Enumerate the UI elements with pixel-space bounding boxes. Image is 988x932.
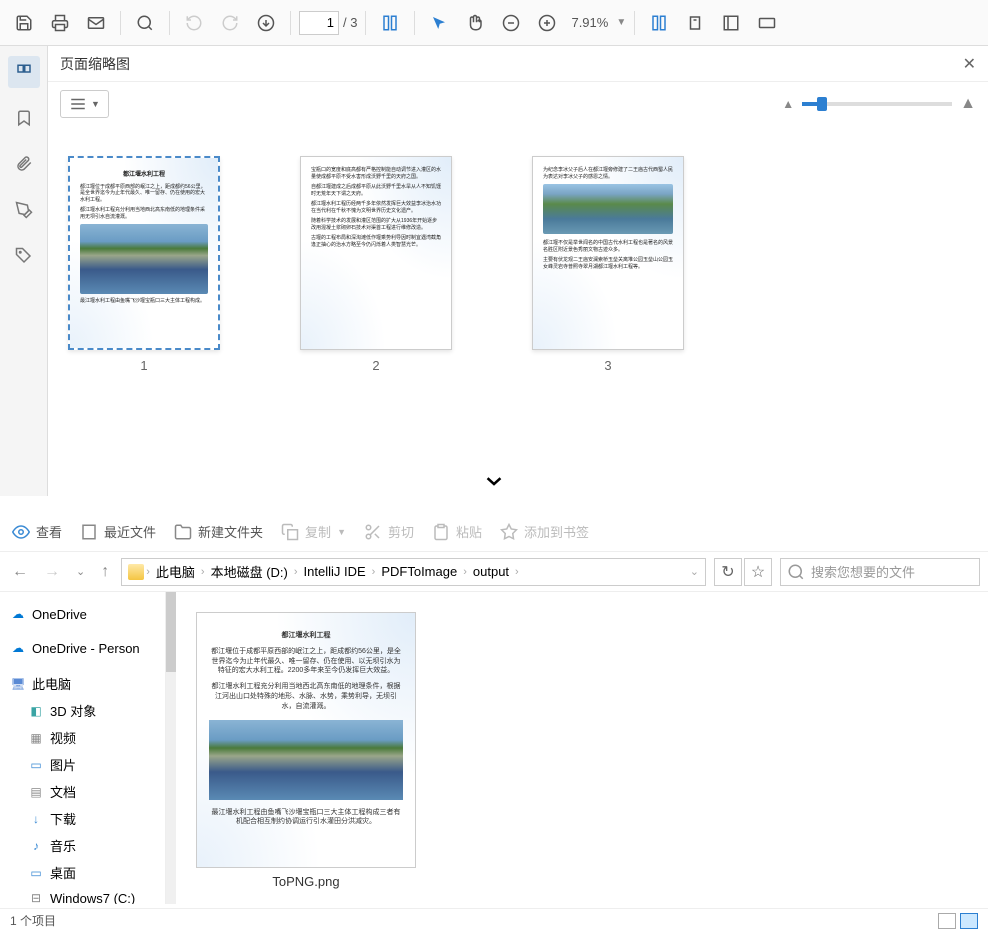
new-folder-button[interactable]: 新建文件夹: [174, 522, 263, 541]
tag-tab[interactable]: [8, 240, 40, 272]
thumbnail-2[interactable]: 宝瓶口的宽度和底高都有严格控制能自动调节进入灌区的水量使成都平原不受水害形成沃野…: [300, 156, 452, 466]
thumb-number: 2: [372, 358, 379, 373]
file-item[interactable]: 都江堰水利工程 都江堰位于成都平原西部的岷江之上，距成都约56公里，是全世界迄今…: [196, 612, 416, 889]
zoom-small-icon: ▲: [782, 97, 794, 111]
icons-view-button[interactable]: [960, 913, 978, 929]
breadcrumb[interactable]: 本地磁盘 (D:): [207, 562, 292, 581]
file-name: ToPNG.png: [196, 874, 416, 889]
tree-3d-objects[interactable]: ◧3D 对象: [0, 697, 165, 724]
save-button[interactable]: [8, 7, 40, 39]
tree-desktop[interactable]: ▭桌面: [0, 859, 165, 886]
search-button[interactable]: [129, 7, 161, 39]
address-bar[interactable]: › 此电脑› 本地磁盘 (D:)› IntelliJ IDE› PDFToIma…: [121, 558, 706, 586]
recent-dropdown[interactable]: ⌄: [72, 561, 89, 582]
bookmark-tab[interactable]: [8, 102, 40, 134]
pdf-sidebar: [0, 46, 48, 496]
thumbnails-tab[interactable]: [8, 56, 40, 88]
tree-videos[interactable]: ▦视频: [0, 724, 165, 751]
up-button[interactable]: ↑: [97, 559, 113, 585]
thumb-number: 3: [604, 358, 611, 373]
fit-width-button[interactable]: [374, 7, 406, 39]
print-button[interactable]: [44, 7, 76, 39]
tree-documents[interactable]: ▤文档: [0, 778, 165, 805]
attachment-tab[interactable]: [8, 148, 40, 180]
forward-button[interactable]: →: [40, 559, 64, 585]
tree-downloads[interactable]: ↓下载: [0, 805, 165, 832]
panel-title: 页面缩略图: [60, 54, 130, 74]
cut-button[interactable]: 剪切: [364, 522, 414, 541]
paste-button[interactable]: 粘贴: [432, 522, 482, 541]
breadcrumb[interactable]: output: [469, 564, 513, 579]
tree-music[interactable]: ♪音乐: [0, 832, 165, 859]
page-total: / 3: [343, 15, 357, 30]
details-view-button[interactable]: [938, 913, 956, 929]
thumbnail-1[interactable]: 都江堰水利工程 都江堰位于成都平原西部的岷江之上，距成都约56公里，是全世界迄今…: [68, 156, 220, 466]
item-count: 1 个项目: [10, 912, 56, 929]
close-panel-button[interactable]: ✕: [963, 54, 976, 74]
email-button[interactable]: [80, 7, 112, 39]
status-bar: 1 个项目: [0, 908, 988, 932]
fullscreen-button[interactable]: [715, 7, 747, 39]
rotate-button[interactable]: [679, 7, 711, 39]
thumb-number: 1: [140, 358, 147, 373]
search-input[interactable]: 搜索您想要的文件: [780, 558, 980, 586]
breadcrumb[interactable]: PDFToImage: [377, 564, 461, 579]
redo-button[interactable]: [214, 7, 246, 39]
tree-onedrive[interactable]: ☁OneDrive: [0, 602, 165, 626]
chevron-down-icon: [485, 456, 503, 501]
tree-onedrive-personal[interactable]: ☁OneDrive - Person: [0, 636, 165, 660]
keyboard-button[interactable]: [751, 7, 783, 39]
folder-icon: [128, 564, 144, 580]
hand-tool[interactable]: [459, 7, 491, 39]
zoom-large-icon: ▲: [960, 95, 976, 113]
view-button[interactable]: 查看: [12, 522, 62, 541]
copy-button[interactable]: 复制▼: [281, 522, 346, 541]
refresh-button[interactable]: ↻: [714, 558, 742, 586]
bookmark-button[interactable]: 添加到书签: [500, 522, 589, 541]
zoom-in-button[interactable]: [531, 7, 563, 39]
zoom-out-button[interactable]: [495, 7, 527, 39]
breadcrumb[interactable]: 此电脑: [152, 562, 199, 581]
pdf-toolbar: / 3 7.91% ▼: [0, 0, 988, 46]
folder-tree: ☁OneDrive ☁OneDrive - Person 🖥此电脑 ◧3D 对象…: [0, 592, 166, 904]
tree-windows7-c[interactable]: ⊟Windows7 (C:): [0, 886, 165, 904]
undo-button[interactable]: [178, 7, 210, 39]
tree-scrollbar[interactable]: [166, 592, 176, 904]
breadcrumb[interactable]: IntelliJ IDE: [300, 564, 370, 579]
zoom-dropdown-icon[interactable]: ▼: [616, 17, 626, 28]
explorer-toolbar: 查看 最近文件 新建文件夹 复制▼ 剪切 粘贴 添加到书签: [0, 512, 988, 552]
download-button[interactable]: [250, 7, 282, 39]
select-tool[interactable]: [423, 7, 455, 39]
view-options-button[interactable]: ▼: [60, 90, 109, 118]
page-number-input[interactable]: [299, 11, 339, 35]
thumbnail-size-slider[interactable]: [802, 102, 952, 106]
favorite-button[interactable]: ☆: [744, 558, 772, 586]
recent-button[interactable]: 最近文件: [80, 522, 156, 541]
tree-pictures[interactable]: ▭图片: [0, 751, 165, 778]
thumbnail-3[interactable]: 为纪念李冰父子后人在都江堰旁修建了二王庙古代西蜀人民为表达对李冰父子的感恩之情。…: [532, 156, 684, 466]
tree-this-pc[interactable]: 🖥此电脑: [0, 670, 165, 697]
signature-tab[interactable]: [8, 194, 40, 226]
back-button[interactable]: ←: [8, 559, 32, 585]
fit-page-button[interactable]: [643, 7, 675, 39]
zoom-level[interactable]: 7.91%: [567, 15, 612, 30]
